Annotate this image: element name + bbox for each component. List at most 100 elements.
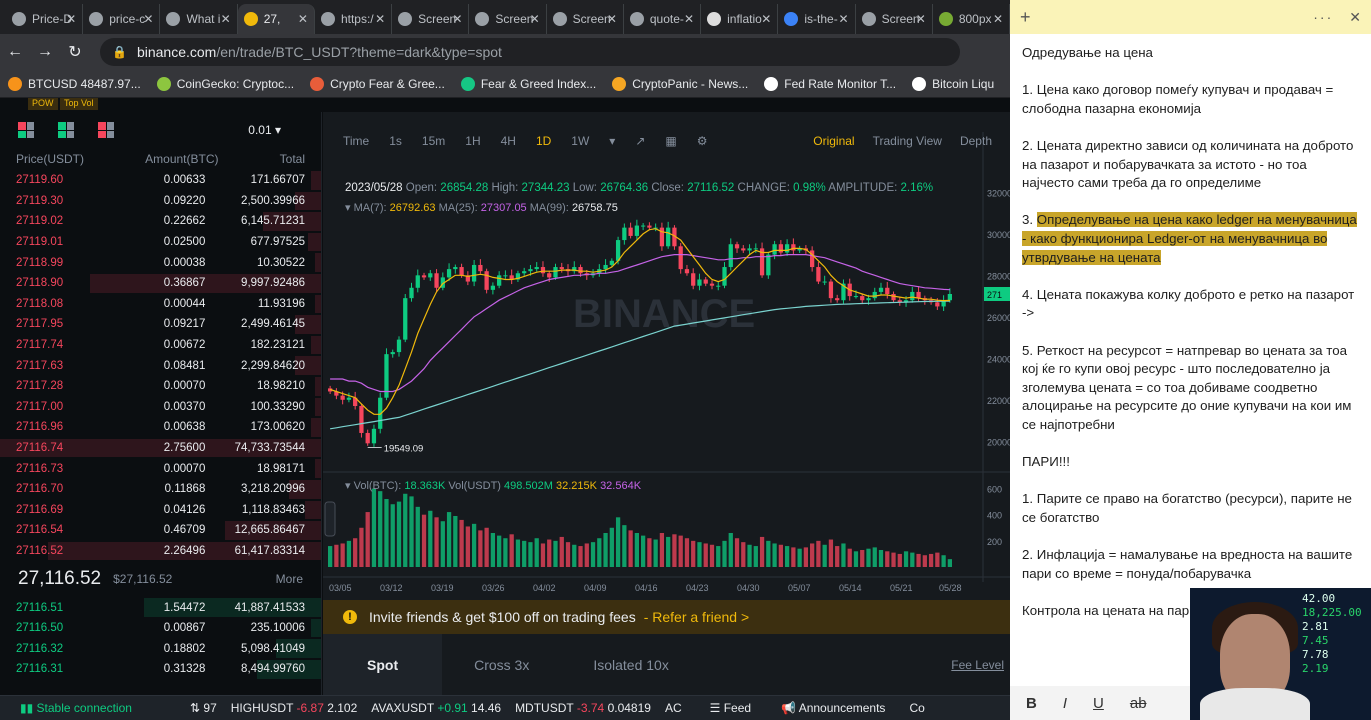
bookmark-item[interactable]: BTCUSD 48487.97... — [8, 76, 141, 91]
orderbook-row[interactable]: 27119.30 0.09220 2,500.39966 — [0, 191, 321, 212]
orderbook-row[interactable]: 27116.32 0.18802 5,098.41049 — [0, 638, 321, 659]
orderbook-row[interactable]: 27116.70 0.11868 3,218.20996 — [0, 479, 321, 500]
fee-level-link[interactable]: Fee Level — [951, 658, 1004, 672]
tab-close-icon[interactable]: ✕ — [607, 12, 617, 26]
referral-banner[interactable]: ! Invite friends & get $100 off on tradi… — [323, 600, 1010, 634]
close-icon[interactable]: ✕ — [1349, 9, 1361, 26]
bids-only-icon[interactable] — [58, 122, 74, 138]
tab-close-icon[interactable]: ✕ — [375, 12, 385, 26]
interval-4[interactable]: 4H — [501, 134, 516, 148]
browser-tab[interactable]: Screen ✕ — [392, 4, 470, 34]
orderbook-row[interactable]: 27119.01 0.02500 677.97525 — [0, 232, 321, 253]
tab-isolated[interactable]: Isolated 10x — [561, 634, 701, 695]
more-link[interactable]: More — [276, 572, 303, 586]
ticker-item[interactable]: AC — [665, 701, 682, 715]
orderbook-row[interactable]: 27119.60 0.00633 171.66707 — [0, 170, 321, 191]
more-options-icon[interactable]: ··· — [1313, 9, 1333, 25]
tab-close-icon[interactable]: ✕ — [761, 12, 771, 26]
announcements-link[interactable]: 📢 Announcements — [781, 701, 885, 715]
orderbook-row[interactable]: 27116.51 1.54472 41,887.41533 — [0, 597, 321, 618]
orderbook-row[interactable]: 27116.96 0.00638 173.00620 — [0, 417, 321, 438]
reload-icon[interactable]: ↻ — [60, 42, 90, 62]
interval-3[interactable]: 1H — [465, 134, 480, 148]
feed-link[interactable]: ☰ Feed — [710, 701, 751, 715]
tab-close-icon[interactable]: ✕ — [143, 12, 153, 26]
view-0[interactable]: Original — [813, 134, 854, 148]
interval-2[interactable]: 15m — [422, 134, 445, 148]
browser-tab[interactable]: What i ✕ — [160, 4, 238, 34]
vol-toggle-icon[interactable]: ▾ — [345, 480, 351, 492]
bookmark-item[interactable]: Crypto Fear & Gree... — [310, 76, 445, 91]
tab-close-icon[interactable]: ✕ — [452, 12, 462, 26]
view-1[interactable]: Trading View — [873, 134, 942, 148]
expand-handle[interactable] — [324, 501, 336, 537]
interval-1[interactable]: 1s — [389, 134, 402, 148]
ticker-item[interactable]: MDTUSDT -3.74 0.04819 — [515, 701, 651, 715]
orderbook-row[interactable]: 27117.95 0.09217 2,499.46145 — [0, 314, 321, 335]
view-2[interactable]: Depth — [960, 134, 992, 148]
bookmark-item[interactable]: Fed Rate Monitor T... — [764, 76, 896, 91]
interval-5[interactable]: 1D — [536, 134, 551, 148]
bookmark-item[interactable]: CoinGecko: Cryptoc... — [156, 76, 294, 91]
browser-tab[interactable]: Screen ✕ — [856, 4, 933, 34]
browser-tab[interactable]: 27, ✕ — [237, 4, 315, 34]
orderbook-row[interactable]: 27116.69 0.04126 1,118.83463 — [0, 500, 321, 521]
orderbook-row[interactable]: 27116.54 0.46709 12,665.86467 — [0, 520, 321, 541]
ticker-count[interactable]: ⇅ 97 — [190, 701, 217, 715]
orderbook-row[interactable]: 27118.90 0.36867 9,997.92486 — [0, 273, 321, 294]
orderbook-row[interactable]: 27116.50 0.00867 235.10006 — [0, 618, 321, 639]
refer-friend-link[interactable]: - Refer a friend > — [644, 609, 749, 625]
tab-close-icon[interactable]: ✕ — [530, 12, 540, 26]
browser-tab[interactable]: price-c ✕ — [83, 4, 161, 34]
orderbook-row[interactable]: 27116.31 0.31328 8,494.99760 — [0, 659, 321, 680]
orderbook-row[interactable]: 27117.74 0.00672 182.23121 — [0, 335, 321, 356]
browser-tab[interactable]: inflatio ✕ — [701, 4, 779, 34]
tab-close-icon[interactable]: ✕ — [916, 12, 926, 26]
settings-gear-icon[interactable]: ⚙ — [697, 134, 708, 148]
tab-close-icon[interactable]: ✕ — [839, 12, 849, 26]
browser-tab[interactable]: Price-D ✕ — [6, 4, 84, 34]
bookmark-item[interactable]: Fear & Greed Index... — [460, 76, 596, 91]
tab-close-icon[interactable]: ✕ — [298, 12, 308, 26]
browser-tab[interactable]: Screen ✕ — [469, 4, 547, 34]
url-field[interactable]: 🔒 binance.com/en/trade/BTC_USDT?theme=da… — [100, 38, 960, 66]
indicator-icon[interactable]: ↗ — [635, 134, 645, 148]
orderbook-row[interactable]: 27116.52 2.26496 61,417.83314 — [0, 541, 321, 562]
interval-0[interactable]: Time — [343, 134, 369, 148]
browser-tab[interactable]: 800px ✕ — [933, 4, 1011, 34]
bookmark-item[interactable]: CryptoPanic - News... — [612, 76, 748, 91]
new-note-icon[interactable]: + — [1020, 7, 1031, 28]
browser-tab[interactable]: Screen ✕ — [547, 4, 624, 34]
orderbook-row[interactable]: 27118.08 0.00044 11.93196 — [0, 294, 321, 315]
bookmark-item[interactable]: Bitcoin Liqu — [912, 76, 994, 91]
ticker-item[interactable]: HIGHUSDT -6.87 2.102 — [231, 701, 358, 715]
tab-close-icon[interactable]: ✕ — [993, 12, 1003, 26]
back-arrow-icon[interactable]: ← — [0, 43, 30, 61]
strikethrough-button[interactable]: ab — [1130, 695, 1147, 712]
orderbook-row[interactable]: 27116.73 0.00070 18.98171 — [0, 458, 321, 479]
status-more[interactable]: Co — [909, 701, 924, 715]
price-chart[interactable]: BINANCE 32000 30000 28000 26000 24000 22000 200… — [323, 112, 1010, 600]
italic-button[interactable]: I — [1063, 695, 1067, 712]
orderbook-row[interactable]: 27117.28 0.00070 18.98210 — [0, 376, 321, 397]
orderbook-row[interactable]: 27119.02 0.22662 6,145.71231 — [0, 211, 321, 232]
tab-spot[interactable]: Spot — [323, 634, 443, 695]
ma-toggle-icon[interactable]: ▾ — [345, 202, 351, 214]
interval-6[interactable]: 1W — [571, 134, 589, 148]
browser-tab[interactable]: is-the- ✕ — [778, 4, 856, 34]
forward-arrow-icon[interactable]: → — [30, 43, 60, 61]
orderbook-row[interactable]: 27116.74 2.75600 74,733.73544 — [0, 438, 321, 459]
bold-button[interactable]: B — [1026, 695, 1037, 712]
underline-button[interactable]: U — [1093, 695, 1104, 712]
interval-dropdown-icon[interactable]: ▾ — [609, 134, 615, 148]
precision-select[interactable]: 0.01 ▾ — [248, 123, 281, 137]
tab-close-icon[interactable]: ✕ — [221, 12, 231, 26]
ticker-item[interactable]: AVAXUSDT +0.91 14.46 — [371, 701, 501, 715]
tab-cross[interactable]: Cross 3x — [442, 634, 561, 695]
grid-icon[interactable]: ▦ — [665, 134, 676, 148]
tab-close-icon[interactable]: ✕ — [66, 12, 76, 26]
orderbook-row[interactable]: 27117.00 0.00370 100.33290 — [0, 397, 321, 418]
tab-close-icon[interactable]: ✕ — [684, 12, 694, 26]
note-text[interactable]: Одредување на цена 1. Цена како договор п… — [1010, 34, 1371, 620]
asks-only-icon[interactable] — [98, 122, 114, 138]
